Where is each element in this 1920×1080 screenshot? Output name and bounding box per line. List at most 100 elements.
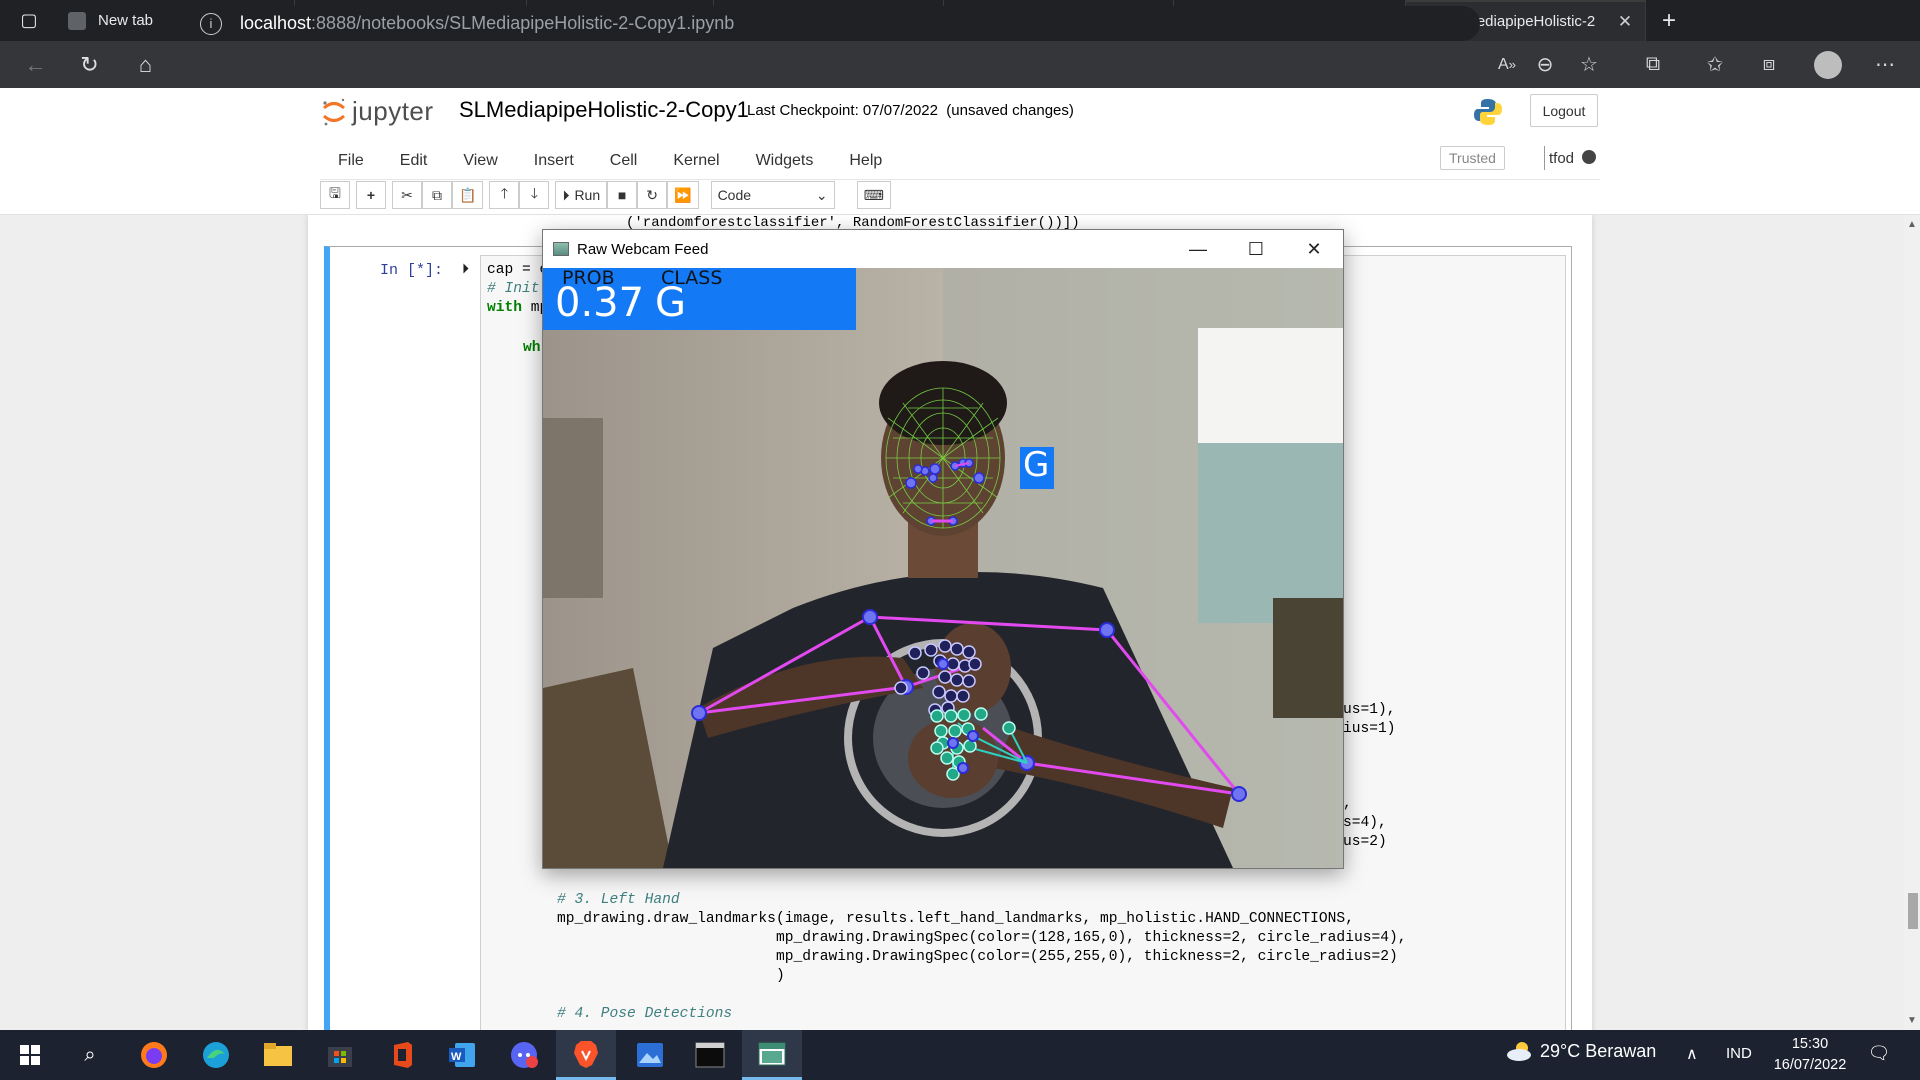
run-button[interactable]: ⏵ Run: [555, 181, 608, 209]
logout-button[interactable]: Logout: [1530, 94, 1598, 127]
move-down-icon[interactable]: 🡓: [519, 181, 550, 209]
more-menu-icon[interactable]: ⋯: [1862, 41, 1908, 88]
code-line: mp_drawing.draw_landmarks(image, results…: [557, 911, 1354, 927]
code-fragment: us=1),: [1343, 702, 1396, 718]
prob-value: 0.37: [555, 280, 645, 326]
site-info-icon[interactable]: i: [200, 12, 222, 35]
paste-icon[interactable]: 📋: [452, 181, 484, 209]
menu-edit[interactable]: Edit: [382, 152, 446, 170]
code-comment: # 4. Pose Detections: [557, 1006, 733, 1022]
cell-type-select[interactable]: Code ⌄: [710, 181, 835, 209]
search-icon[interactable]: ⌕: [60, 1030, 120, 1080]
edge-icon[interactable]: [186, 1030, 246, 1080]
code-keyword: wh: [523, 340, 541, 356]
code-line: mp_drawing.DrawingSpec(color=(128,165,0)…: [557, 930, 1407, 946]
menu-insert[interactable]: Insert: [516, 152, 592, 170]
scrollbar-thumb[interactable]: [1908, 893, 1918, 929]
close-tab-icon[interactable]: ✕: [1615, 12, 1635, 32]
word-icon[interactable]: W: [432, 1030, 492, 1080]
reload-icon[interactable]: ↻: [62, 41, 117, 88]
firefox-icon[interactable]: [124, 1030, 184, 1080]
url-path: :8888/notebooks/SLMediapipeHolistic-2-Co…: [311, 13, 735, 33]
input-language[interactable]: IND: [1726, 1045, 1752, 1062]
run-label: Run: [574, 187, 601, 203]
trusted-badge[interactable]: Trusted: [1440, 146, 1505, 170]
store-icon[interactable]: [310, 1030, 370, 1080]
code-fragment: s=4),: [1343, 815, 1387, 831]
menu-help[interactable]: Help: [831, 152, 900, 170]
code-comment: # 3. Left Hand: [557, 892, 680, 908]
run-icon: ⏵: [562, 186, 570, 203]
profile-avatar[interactable]: [1814, 51, 1842, 79]
run-cell-icon[interactable]: ⏵: [462, 260, 469, 277]
menu-widgets[interactable]: Widgets: [738, 152, 832, 170]
window-icon[interactable]: [742, 1030, 802, 1080]
webcam-frame-image: [543, 268, 1343, 868]
jupyter-logo[interactable]: jupyter: [322, 96, 434, 127]
home-icon[interactable]: ⌂: [118, 41, 173, 88]
webcam-window-titlebar[interactable]: Raw Webcam Feed — ☐ ✕: [543, 230, 1343, 268]
notifications-icon[interactable]: 🗨: [1866, 1040, 1892, 1066]
tab-actions-icon[interactable]: ▢: [0, 0, 58, 41]
close-icon[interactable]: ✕: [1285, 230, 1343, 268]
favorites-icon[interactable]: ✩: [1692, 41, 1738, 88]
minimize-icon[interactable]: —: [1169, 230, 1227, 268]
start-button[interactable]: [0, 1030, 60, 1080]
clock[interactable]: 15:30 16/07/2022: [1762, 1034, 1858, 1076]
scroll-up-icon[interactable]: ▲: [1907, 219, 1917, 230]
clock-time: 15:30: [1791, 1036, 1829, 1052]
extensions-icon[interactable]: ⧉: [1630, 41, 1676, 88]
new-tab-button[interactable]: +: [1646, 7, 1692, 35]
jupyter-logo-text: jupyter: [352, 96, 434, 126]
notebook-toolbar: 🖫 + ✂ ⧉ 📋 🡑 🡓 ⏵ Run ■ ↻ ⏩ Code ⌄ ⌨: [320, 180, 891, 210]
notebook-title[interactable]: SLMediapipeHolistic-2-Copy1: [459, 97, 749, 123]
vertical-scrollbar[interactable]: ▲ ▼: [1904, 215, 1920, 1030]
discord-icon[interactable]: [494, 1030, 554, 1080]
zoom-icon[interactable]: ⊖: [1522, 41, 1568, 88]
terminal-icon[interactable]: [680, 1030, 740, 1080]
code-keyword: with: [487, 300, 523, 316]
cloud-sun-icon: [1507, 1042, 1531, 1061]
url-field[interactable]: i localhost:8888/notebooks/SLMediapipeHo…: [180, 6, 1480, 41]
weather-widget[interactable]: 29°C Berawan: [1506, 1040, 1656, 1062]
insert-cell-icon[interactable]: +: [356, 181, 386, 209]
copy-icon[interactable]: ⧉: [422, 181, 452, 209]
restart-run-all-icon[interactable]: ⏩: [667, 181, 699, 209]
scroll-down-icon[interactable]: ▼: [1907, 1015, 1917, 1026]
menu-cell[interactable]: Cell: [592, 152, 656, 170]
menu-file[interactable]: File: [320, 152, 382, 170]
cut-icon[interactable]: ✂: [392, 181, 422, 209]
jupyter-ring-icon: [322, 98, 346, 125]
photos-icon[interactable]: [620, 1030, 680, 1080]
weather-text: 29°C Berawan: [1540, 1040, 1657, 1061]
save-icon[interactable]: 🖫: [320, 181, 350, 209]
command-palette-icon[interactable]: ⌨: [856, 181, 891, 209]
office-icon[interactable]: [372, 1030, 432, 1080]
code-line: with mp: [487, 300, 548, 316]
restart-icon[interactable]: ↻: [637, 181, 668, 209]
webcam-window-title: Raw Webcam Feed: [577, 240, 709, 258]
menubar-container: File Edit View Insert Cell Kernel Widgets Help: [0, 142, 1920, 215]
chevron-down-icon: ⌄: [815, 186, 828, 203]
interrupt-icon[interactable]: ■: [607, 181, 638, 209]
clock-date: 16/07/2022: [1773, 1057, 1847, 1073]
collections-icon[interactable]: ⧈: [1746, 41, 1792, 88]
favorite-add-icon[interactable]: ☆: [1566, 41, 1612, 88]
code-fragment: ius=1): [1343, 721, 1396, 737]
url-host: localhost: [240, 13, 312, 33]
start-icon: [20, 1045, 40, 1065]
menu-kernel[interactable]: Kernel: [655, 152, 737, 170]
window-app-icon: [553, 242, 569, 256]
brave-icon[interactable]: [556, 1030, 616, 1080]
svg-text:W: W: [451, 1051, 462, 1063]
maximize-icon[interactable]: ☐: [1227, 230, 1285, 268]
cell-prompt: In [*]:: [380, 262, 444, 279]
code-line: cap = c: [487, 262, 549, 278]
show-hidden-icons-icon[interactable]: ∧: [1686, 1044, 1698, 1064]
menu-view[interactable]: View: [445, 152, 515, 170]
kernel-busy-indicator-icon: [1582, 150, 1596, 164]
webcam-window[interactable]: Raw Webcam Feed — ☐ ✕ PROB CLASS 0.37 G …: [542, 229, 1344, 869]
move-up-icon[interactable]: 🡑: [489, 181, 520, 209]
back-icon[interactable]: ←: [8, 41, 63, 88]
file-explorer-icon[interactable]: [248, 1030, 308, 1080]
